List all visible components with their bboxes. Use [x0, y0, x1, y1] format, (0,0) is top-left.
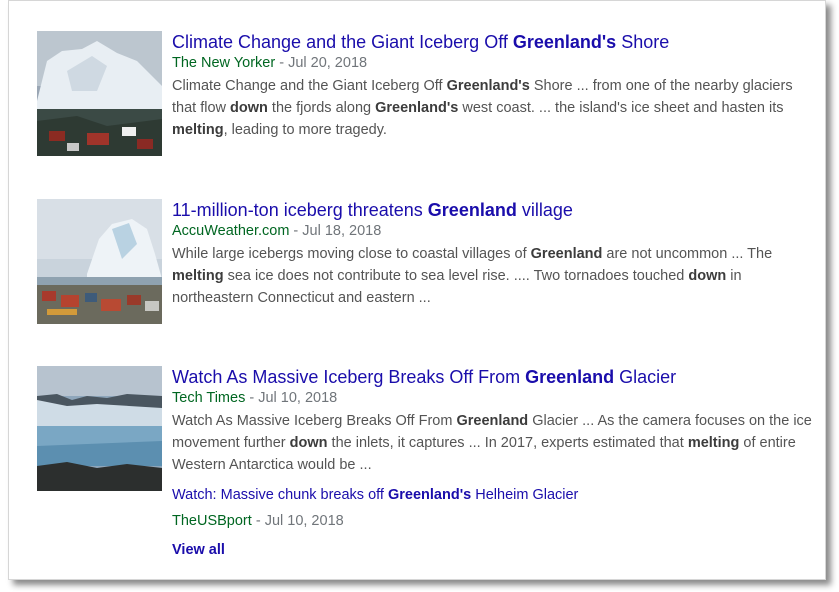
- iceberg-village-photo: [37, 31, 162, 156]
- source-name: AccuWeather.com: [172, 223, 290, 239]
- publish-date: Jul 10, 2018: [258, 390, 338, 406]
- iceberg-houses-photo: [37, 199, 162, 324]
- iceberg-houses-thumbnail[interactable]: [37, 199, 162, 324]
- related-article-link[interactable]: Watch: Massive chunk breaks off Greenlan…: [172, 485, 812, 505]
- glacier-thumbnail[interactable]: [37, 366, 162, 491]
- result-title-link[interactable]: Climate Change and the Giant Iceberg Off…: [172, 31, 812, 53]
- source-name: Tech Times: [172, 390, 246, 406]
- glacier-photo: [37, 366, 162, 491]
- result-meta: Tech Times - Jul 10, 2018: [172, 390, 338, 406]
- result-snippet: Watch As Massive Iceberg Breaks Off From…: [172, 413, 812, 473]
- view-all-link[interactable]: View all: [172, 540, 812, 560]
- result-meta: AccuWeather.com - Jul 18, 2018: [172, 223, 382, 239]
- iceberg-village-thumbnail[interactable]: [37, 31, 162, 156]
- result-snippet: Climate Change and the Giant Iceberg Off…: [172, 78, 793, 138]
- publish-date: Jul 10, 2018: [264, 513, 344, 529]
- related-article-meta: TheUSBport - Jul 10, 2018: [172, 513, 344, 529]
- news-results-card: Climate Change and the Giant Iceberg Off…: [8, 0, 826, 580]
- result-meta: The New Yorker - Jul 20, 2018: [172, 55, 368, 71]
- result-title-link[interactable]: 11-million-ton iceberg threatens Greenla…: [172, 199, 812, 221]
- publish-date: Jul 18, 2018: [302, 223, 382, 239]
- result-snippet: While large icebergs moving close to coa…: [172, 246, 773, 306]
- result-title-link[interactable]: Watch As Massive Iceberg Breaks Off From…: [172, 366, 812, 388]
- source-name: The New Yorker: [172, 55, 276, 71]
- publish-date: Jul 20, 2018: [288, 55, 368, 71]
- source-name: TheUSBport: [172, 513, 252, 529]
